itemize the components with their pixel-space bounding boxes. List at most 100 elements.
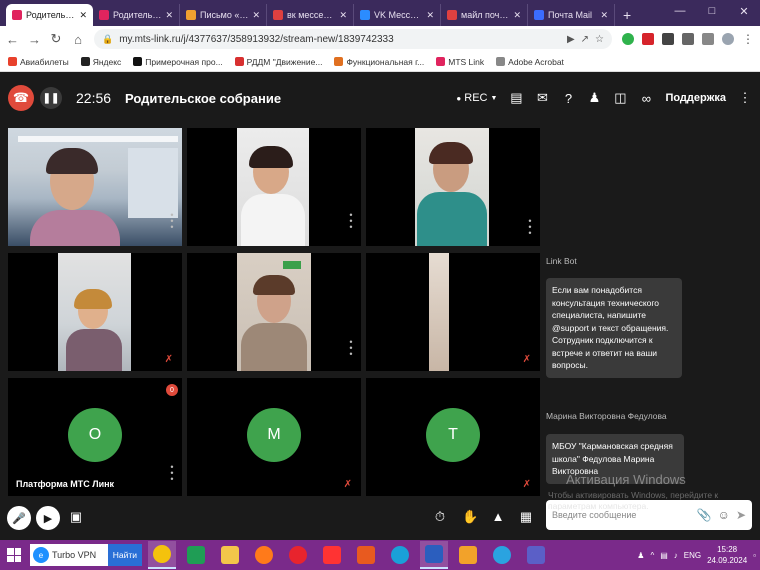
browser-tab[interactable]: Родительское с ✕ — [93, 4, 180, 26]
more-menu-icon[interactable]: ⋮ — [738, 90, 752, 106]
puzzle-icon[interactable] — [682, 33, 694, 45]
tile-menu-icon[interactable]: • • • — [528, 217, 532, 238]
taskbar-app-word[interactable] — [420, 541, 448, 569]
pause-button[interactable]: ❚❚ — [40, 87, 62, 109]
tab-close-icon[interactable]: ✕ — [426, 10, 434, 21]
notes-icon[interactable]: ▤ — [509, 90, 523, 106]
clock[interactable]: 15:28 24.09.2024 — [707, 544, 747, 566]
timer-icon[interactable]: ⏱ — [432, 509, 448, 525]
taskbar-app-telegram[interactable] — [488, 541, 516, 569]
bookmark-star-icon[interactable]: ☆ — [595, 34, 604, 45]
profile-avatar[interactable] — [722, 33, 734, 45]
taskbar-app-edge[interactable] — [386, 541, 414, 569]
tab-close-icon[interactable]: ✕ — [79, 10, 87, 21]
video-tile-2[interactable]: • • • — [187, 128, 361, 246]
record-dot-icon: ● — [456, 93, 462, 103]
forward-icon[interactable]: → — [28, 32, 41, 47]
video-tile-8[interactable]: M ✗ — [187, 378, 361, 496]
extension-green-icon[interactable] — [622, 33, 634, 45]
taskbar-app-firefox[interactable] — [250, 541, 278, 569]
taskbar-app-app-orange[interactable] — [352, 541, 380, 569]
tab-close-icon[interactable]: ✕ — [600, 10, 608, 21]
url-text[interactable]: my.mts-link.ru/j/4377637/358913932/strea… — [119, 34, 561, 45]
taskbar-search[interactable]: e Turbo VPN Найти — [30, 544, 142, 566]
bookmark-item[interactable]: Авиабилеты — [8, 57, 69, 67]
language-indicator[interactable]: ENG — [684, 551, 701, 560]
sidebar-icon[interactable] — [702, 33, 714, 45]
minimize-icon[interactable]: — — [664, 0, 696, 22]
back-icon[interactable]: ← — [6, 32, 19, 47]
microphone-button[interactable]: 🎤 — [7, 506, 31, 530]
video-tile-7[interactable]: O Платформа МТС Линк 0 • • • — [8, 378, 182, 496]
search-text[interactable]: Turbo VPN — [52, 550, 108, 560]
end-call-button[interactable]: ☎ — [8, 85, 34, 111]
address-bar[interactable]: 🔒 my.mts-link.ru/j/4377637/358913932/str… — [94, 29, 612, 49]
taskbar-app-yandex[interactable] — [318, 541, 346, 569]
chat-icon[interactable]: ✉ — [535, 90, 549, 106]
tile-menu-icon[interactable]: • • • — [349, 338, 353, 359]
browser-tab[interactable]: майл почта — ✕ — [441, 4, 528, 26]
tab-label: Родительское с — [113, 10, 161, 20]
browser-tab[interactable]: вк мессенджер ✕ — [267, 4, 354, 26]
file-icon[interactable]: ◫ — [613, 90, 627, 106]
reaction-icon[interactable]: ▲ — [490, 509, 506, 524]
share-icon[interactable]: ↗ — [581, 34, 589, 45]
browser-tab[interactable]: Родительско ✕ — [6, 4, 93, 26]
camera-button[interactable]: ▶ — [36, 506, 60, 530]
home-icon[interactable]: ⌂ — [72, 32, 84, 47]
browser-tab[interactable]: Письмо «(Без т✕ — [180, 4, 267, 26]
video-tile-4[interactable]: ✗ — [8, 253, 182, 371]
bookmark-item[interactable]: MTS Link — [436, 57, 484, 67]
user-icon[interactable]: ♟ — [637, 551, 644, 560]
link-icon[interactable]: ∞ — [639, 91, 653, 106]
tile-menu-icon[interactable]: • • • — [170, 463, 174, 484]
tab-close-icon[interactable]: ✕ — [513, 10, 521, 21]
acrobat-icon[interactable] — [642, 33, 654, 45]
taskbar-app-excel[interactable] — [182, 541, 210, 569]
tab-close-icon[interactable]: ✕ — [339, 10, 347, 21]
help-icon[interactable]: ? — [561, 91, 575, 106]
header-actions: ● REC ▼ ▤ ✉ ? ♟ ◫ ∞ Поддержка ⋮ — [456, 90, 752, 106]
taskbar-app-teams[interactable] — [522, 541, 550, 569]
tab-close-icon[interactable]: ✕ — [252, 10, 260, 21]
layout-icon[interactable]: ▦ — [518, 509, 534, 525]
screen-share-icon[interactable]: ▣ — [68, 509, 84, 525]
taskbar-app-opera[interactable] — [284, 541, 312, 569]
bookmark-item[interactable]: Функциональная г... — [334, 57, 424, 67]
raise-hand-icon[interactable]: ✋ — [462, 509, 478, 525]
support-button[interactable]: Поддержка — [665, 92, 726, 104]
menu-kebab-icon[interactable]: ⋮ — [742, 32, 754, 46]
new-tab-button[interactable]: + — [615, 7, 639, 26]
video-tile-6[interactable]: ✗ — [366, 253, 540, 371]
browser-tab[interactable]: VK Мессендже ✕ — [354, 4, 441, 26]
taskbar-app-video[interactable] — [454, 541, 482, 569]
close-icon[interactable]: ✕ — [728, 0, 760, 22]
bookmark-item[interactable]: РДДМ "Движение... — [234, 57, 322, 67]
maximize-icon[interactable]: □ — [696, 0, 728, 22]
bookmark-item[interactable]: Adobe Acrobat — [496, 57, 564, 67]
rec-button[interactable]: ● REC ▼ — [456, 92, 497, 104]
reload-icon[interactable]: ↻ — [50, 31, 62, 47]
cast-icon[interactable]: ▶ — [567, 34, 575, 45]
windows-start-icon[interactable] — [4, 545, 24, 565]
participants-icon[interactable]: ♟ — [587, 90, 601, 106]
network-icon[interactable]: ▤ — [660, 551, 668, 560]
tab-close-icon[interactable]: ✕ — [165, 10, 173, 21]
taskbar-app-chrome[interactable] — [148, 541, 176, 569]
search-button[interactable]: Найти — [107, 544, 142, 566]
video-tile-5[interactable]: • • • — [187, 253, 361, 371]
tile-menu-icon[interactable]: • • • — [170, 211, 174, 232]
tray-chevron-icon[interactable]: ^ — [650, 551, 654, 560]
volume-icon[interactable]: ♪ — [674, 551, 678, 560]
notifications-icon[interactable]: ▫ — [753, 551, 756, 560]
extension-dark-icon[interactable] — [662, 33, 674, 45]
taskbar-app-explorer[interactable] — [216, 541, 244, 569]
browser-tab[interactable]: Почта Mail ✕ — [528, 4, 615, 26]
bookmark-label: Авиабилеты — [20, 56, 69, 67]
tile-menu-icon[interactable]: • • • — [349, 211, 353, 232]
bookmark-item[interactable]: Яндекс — [80, 57, 121, 67]
video-tile-9[interactable]: T ✗ — [366, 378, 540, 496]
video-tile-1[interactable]: • • • — [8, 128, 182, 246]
bookmark-item[interactable]: Примерочная про... — [133, 57, 223, 67]
video-tile-3[interactable]: • • • — [366, 128, 540, 246]
